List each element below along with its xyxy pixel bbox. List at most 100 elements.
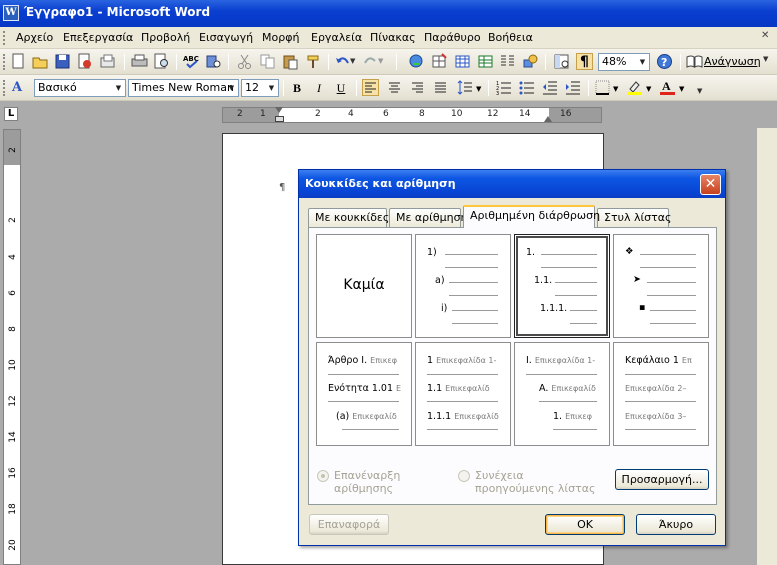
reading-layout-icon[interactable]: [686, 53, 703, 70]
gallery-item-none[interactable]: Καμία: [316, 234, 412, 338]
gallery-item-symbols[interactable]: ❖ ➤ ▪: [613, 234, 709, 338]
redo-dropdown-icon[interactable]: ▼: [378, 53, 388, 70]
new-document-icon[interactable]: [10, 53, 27, 70]
bold-button[interactable]: B: [287, 79, 307, 97]
gallery-item-paren[interactable]: 1) a) i): [415, 234, 511, 338]
tables-borders-icon[interactable]: [431, 53, 448, 70]
menu-view[interactable]: Προβολή: [141, 31, 190, 44]
highlight-icon[interactable]: [626, 79, 643, 96]
vertical-scrollbar[interactable]: [757, 128, 777, 565]
increase-indent-icon[interactable]: [564, 79, 581, 96]
undo-dropdown-icon[interactable]: ▼: [350, 53, 360, 70]
help-icon[interactable]: ?: [656, 53, 673, 70]
menu-edit[interactable]: Επεξεργασία: [63, 31, 133, 44]
dialog-title-bar[interactable]: Κουκκίδες και αρίθμηση ✕: [299, 170, 725, 198]
font-dropdown-arrow-icon[interactable]: ▼: [225, 80, 238, 96]
menu-help[interactable]: Βοήθεια: [488, 31, 533, 44]
borders-dropdown-icon[interactable]: ▼: [613, 85, 618, 93]
vertical-ruler[interactable]: 2 2 4 6 8 10 12 14 16 18 20: [3, 129, 21, 565]
tab-list-styles[interactable]: Στυλ λίστας: [597, 208, 671, 227]
right-indent-marker[interactable]: [544, 116, 552, 122]
gallery-item-roman-heading[interactable]: I. Επικεφαλίδα 1- A. Επικεφαλίδ 1. Επικε…: [514, 342, 610, 446]
align-left-icon[interactable]: [362, 79, 379, 96]
ok-button[interactable]: ΟΚ: [545, 514, 625, 535]
print-icon[interactable]: [131, 53, 148, 70]
line-spacing-dropdown-icon[interactable]: ▼: [476, 85, 481, 93]
menu-table[interactable]: Πίνακας: [370, 31, 416, 44]
styles-formatting-icon[interactable]: A: [12, 79, 29, 96]
cut-icon[interactable]: [236, 53, 253, 70]
dialog-close-button[interactable]: ✕: [700, 174, 721, 195]
font-size-combo[interactable]: 12 ▼: [241, 79, 279, 97]
research-icon[interactable]: [205, 53, 222, 70]
columns-icon[interactable]: [499, 53, 516, 70]
gallery-item-chapter-heading[interactable]: Κεφάλαιο 1 Επ Επικεφαλίδα 2– Επικεφαλίδα…: [613, 342, 709, 446]
customize-button[interactable]: Προσαρμογή...: [615, 469, 709, 490]
format-painter-icon[interactable]: [305, 53, 322, 70]
menu-insert[interactable]: Εισαγωγή: [199, 31, 253, 44]
paste-icon[interactable]: [282, 53, 299, 70]
style-dropdown-arrow-icon[interactable]: ▼: [112, 80, 125, 96]
zoom-combo[interactable]: 48% ▼: [598, 53, 650, 71]
undo-icon[interactable]: [334, 53, 351, 70]
menu-window[interactable]: Παράθυρο: [424, 31, 481, 44]
menu-format[interactable]: Μορφή: [262, 31, 299, 44]
tab-selector-button[interactable]: L: [4, 107, 18, 121]
align-right-icon[interactable]: [409, 79, 426, 96]
hyperlink-icon[interactable]: [408, 53, 425, 70]
line-spacing-icon[interactable]: [456, 79, 473, 96]
zoom-dropdown-arrow-icon[interactable]: ▼: [636, 54, 649, 70]
continue-list-radio[interactable]: Συνέχεια προηγούμενης λίστας: [458, 469, 595, 497]
horizontal-ruler[interactable]: 2 1 2 4 6 8 10 12 14 16: [222, 107, 602, 123]
toolbar-grip-handle[interactable]: [3, 80, 6, 96]
align-center-icon[interactable]: [386, 79, 403, 96]
font-color-icon[interactable]: A: [659, 79, 676, 96]
print-preview-icon[interactable]: [153, 53, 170, 70]
toolbar-options-icon[interactable]: ▼: [763, 55, 768, 63]
highlight-dropdown-icon[interactable]: ▼: [646, 85, 651, 93]
gallery-item-article-section[interactable]: Άρθρο Ι. Επικεφ Ενότητα 1.01 Ε (a) Επικε…: [316, 342, 412, 446]
word-app-icon[interactable]: W: [3, 5, 19, 21]
copy-icon[interactable]: [259, 53, 276, 70]
ruler-label: 2: [315, 109, 321, 119]
bullets-icon[interactable]: [518, 79, 535, 96]
style-combo[interactable]: Βασικό ▼: [34, 79, 126, 97]
permission-icon[interactable]: [76, 53, 93, 70]
menu-grip-handle[interactable]: [3, 31, 6, 45]
svg-text:3: 3: [496, 91, 499, 96]
toolbar-grip-handle[interactable]: [3, 54, 6, 70]
email-icon[interactable]: [99, 53, 116, 70]
gallery-item-legal-heading[interactable]: 1 Επικεφαλίδα 1- 1.1 Επικεφαλίδ 1.1.1 Επ…: [415, 342, 511, 446]
cancel-button[interactable]: Άκυρο: [636, 514, 716, 535]
show-hide-paragraph-icon[interactable]: ¶: [576, 53, 593, 70]
open-folder-icon[interactable]: [32, 53, 49, 70]
save-icon[interactable]: [54, 53, 71, 70]
font-combo[interactable]: Times New Roman ▼: [128, 79, 239, 97]
underline-button[interactable]: U: [331, 79, 351, 97]
reading-layout-label[interactable]: Ανάγνωση: [704, 55, 761, 68]
font-size-dropdown-arrow-icon[interactable]: ▼: [265, 80, 278, 96]
menu-tools[interactable]: Εργαλεία: [311, 31, 362, 44]
close-document-icon[interactable]: ✕: [761, 30, 771, 44]
document-map-icon[interactable]: [553, 53, 570, 70]
font-color-dropdown-icon[interactable]: ▼: [679, 85, 684, 93]
spelling-icon[interactable]: ABC: [183, 53, 200, 70]
borders-icon[interactable]: [594, 79, 611, 96]
gallery-item-decimal[interactable]: 1. 1.1. 1.1.1.: [514, 234, 610, 338]
drawing-icon[interactable]: [522, 53, 539, 70]
decrease-indent-icon[interactable]: [541, 79, 558, 96]
numbering-icon[interactable]: 123: [495, 79, 512, 96]
reset-button[interactable]: Επαναφορά: [309, 514, 389, 535]
justify-icon[interactable]: [432, 79, 449, 96]
toolbar-options-icon[interactable]: ▼: [697, 87, 702, 95]
tab-bulleted[interactable]: Με κουκκίδες: [308, 208, 389, 227]
tab-outline-numbered[interactable]: Αριθμημένη διάρθρωση: [463, 205, 600, 228]
first-line-indent-marker[interactable]: [275, 107, 283, 113]
insert-table-icon[interactable]: [454, 53, 471, 70]
italic-button[interactable]: I: [309, 79, 329, 97]
menu-file[interactable]: Αρχείο: [16, 31, 53, 44]
redo-icon[interactable]: [362, 53, 379, 70]
insert-excel-icon[interactable]: [477, 53, 494, 70]
tab-numbered[interactable]: Με αρίθμηση: [389, 208, 468, 227]
left-indent-marker[interactable]: [275, 116, 284, 122]
